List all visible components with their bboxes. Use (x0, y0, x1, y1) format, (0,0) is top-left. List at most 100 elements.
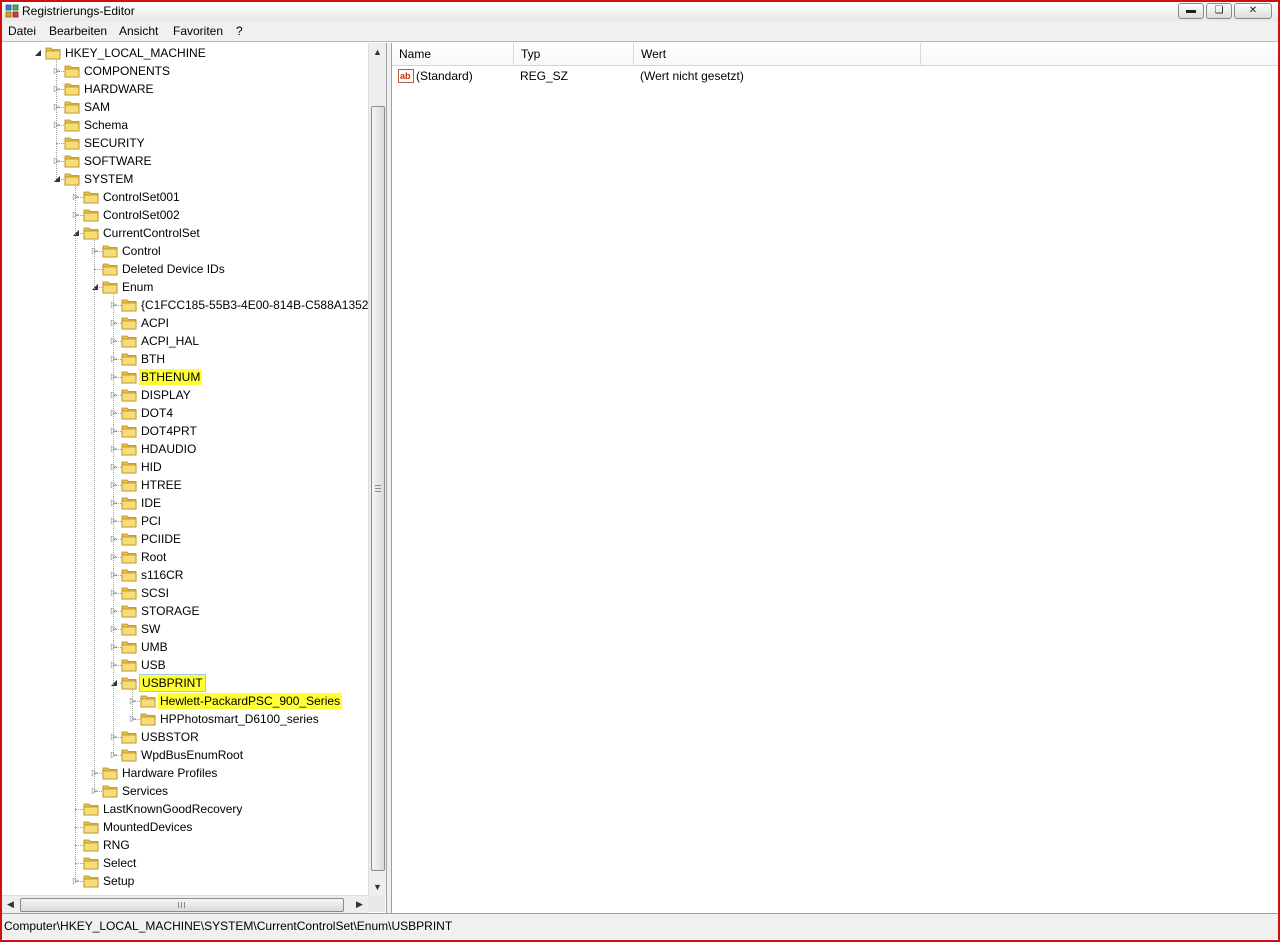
tree-node-label[interactable]: HKEY_LOCAL_MACHINE (63, 45, 208, 61)
expand-arrow-icon[interactable]: ▷ (110, 642, 118, 652)
tree-node-label[interactable]: HTREE (139, 477, 184, 493)
tree-node-label[interactable]: MountedDevices (101, 819, 194, 835)
expand-arrow-icon[interactable]: ▷ (110, 570, 118, 580)
collapse-arrow-icon[interactable]: ◢ (91, 282, 99, 292)
tree-node[interactable]: Select (2, 854, 386, 872)
tree-node-label[interactable]: BTH (139, 351, 167, 367)
tree-node-label[interactable]: SW (139, 621, 162, 637)
scroll-left-arrow-icon[interactable]: ◀ (2, 896, 19, 913)
menu-bearbeiten[interactable]: Bearbeiten (49, 24, 107, 38)
expand-arrow-icon[interactable]: ▷ (72, 210, 80, 220)
tree-node[interactable]: ◢ SYSTEM (2, 170, 386, 188)
expand-arrow-icon[interactable]: ▷ (110, 444, 118, 454)
tree-node-label[interactable]: WpdBusEnumRoot (139, 747, 245, 763)
expand-arrow-icon[interactable]: ▷ (129, 714, 137, 724)
tree-node-label[interactable]: SAM (82, 99, 112, 115)
expand-arrow-icon[interactable]: ▷ (110, 336, 118, 346)
tree-node[interactable]: Deleted Device IDs (2, 260, 386, 278)
expand-arrow-icon[interactable]: ▷ (110, 354, 118, 364)
tree-node[interactable]: ▷ Hewlett-PackardPSC_900_Series (2, 692, 386, 710)
scroll-right-arrow-icon[interactable]: ▶ (351, 896, 368, 913)
expand-arrow-icon[interactable]: ▷ (110, 390, 118, 400)
tree-node-label[interactable]: HPPhotosmart_D6100_series (158, 711, 321, 727)
tree-node[interactable]: ▷ WpdBusEnumRoot (2, 746, 386, 764)
expand-arrow-icon[interactable]: ▷ (53, 66, 61, 76)
expand-arrow-icon[interactable]: ▷ (129, 696, 137, 706)
tree-node-label[interactable]: PCIIDE (139, 531, 183, 547)
tree-node-label[interactable]: HID (139, 459, 164, 475)
tree-node-label[interactable]: Deleted Device IDs (120, 261, 227, 277)
tree-node[interactable]: ▷ Schema (2, 116, 386, 134)
tree-node-label[interactable]: USB (139, 657, 168, 673)
tree-node[interactable]: ▷ BTH (2, 350, 386, 368)
tree-node[interactable]: ▷ SAM (2, 98, 386, 116)
tree-node[interactable]: ▷ s116CR (2, 566, 386, 584)
tree-node[interactable]: ▷ COMPONENTS (2, 62, 386, 80)
collapse-arrow-icon[interactable]: ◢ (53, 174, 61, 184)
tree-node[interactable]: ▷ USB (2, 656, 386, 674)
tree-node-label[interactable]: STORAGE (139, 603, 201, 619)
expand-arrow-icon[interactable]: ▷ (53, 102, 61, 112)
tree-node[interactable]: ▷ DOT4 (2, 404, 386, 422)
tree-node[interactable]: ▷ DISPLAY (2, 386, 386, 404)
expand-arrow-icon[interactable]: ▷ (110, 534, 118, 544)
expand-arrow-icon[interactable]: ▷ (91, 246, 99, 256)
tree-node[interactable]: ▷ HTREE (2, 476, 386, 494)
expand-arrow-icon[interactable]: ▷ (110, 426, 118, 436)
tree-node-label[interactable]: UMB (139, 639, 170, 655)
tree-node[interactable]: LastKnownGoodRecovery (2, 800, 386, 818)
expand-arrow-icon[interactable]: ▷ (53, 156, 61, 166)
tree-node[interactable]: ▷ Services (2, 782, 386, 800)
tree-node[interactable]: MountedDevices (2, 818, 386, 836)
value-row[interactable]: ab (Standard) REG_SZ (Wert nicht gesetzt… (392, 67, 1278, 85)
tree-node[interactable]: ▷ Control (2, 242, 386, 260)
tree-node[interactable]: ▷ HPPhotosmart_D6100_series (2, 710, 386, 728)
collapse-arrow-icon[interactable]: ◢ (34, 48, 42, 58)
tree-vertical-scrollbar[interactable]: ▲ ▼ (368, 43, 386, 895)
tree-node[interactable]: ▷ PCI (2, 512, 386, 530)
tree-node-label[interactable]: Select (101, 855, 138, 871)
tree-node[interactable]: ▷ Setup (2, 872, 386, 890)
expand-arrow-icon[interactable]: ▷ (110, 318, 118, 328)
expand-arrow-icon[interactable]: ▷ (53, 84, 61, 94)
tree-node[interactable]: ▷ DOT4PRT (2, 422, 386, 440)
tree-node[interactable]: ◢ Enum (2, 278, 386, 296)
tree-node[interactable]: ▷ SW (2, 620, 386, 638)
tree-node-label[interactable]: LastKnownGoodRecovery (101, 801, 244, 817)
expand-arrow-icon[interactable]: ▷ (110, 462, 118, 472)
tree-node-label[interactable]: SYSTEM (82, 171, 135, 187)
tree-node[interactable]: ▷ SCSI (2, 584, 386, 602)
tree-node-label[interactable]: BTHENUM (139, 369, 203, 385)
tree-node[interactable]: ▷ HARDWARE (2, 80, 386, 98)
registry-tree[interactable]: ◢ HKEY_LOCAL_MACHINE ▷ COMPONENTS ▷ HARDWARE ▷… (2, 43, 387, 913)
tree-node-label[interactable]: PCI (139, 513, 163, 529)
expand-arrow-icon[interactable]: ▷ (110, 606, 118, 616)
expand-arrow-icon[interactable]: ▷ (110, 372, 118, 382)
expand-arrow-icon[interactable]: ▷ (110, 588, 118, 598)
tree-node-label[interactable]: USBPRINT (139, 674, 206, 692)
tree-node[interactable]: ▷ ACPI_HAL (2, 332, 386, 350)
expand-arrow-icon[interactable]: ▷ (110, 750, 118, 760)
tree-node[interactable]: ◢ HKEY_LOCAL_MACHINE (2, 44, 386, 62)
tree-node-label[interactable]: ControlSet001 (101, 189, 182, 205)
menu-ansicht[interactable]: Ansicht (119, 24, 158, 38)
tree-node[interactable]: SECURITY (2, 134, 386, 152)
tree-node[interactable]: ▷ ACPI (2, 314, 386, 332)
tree-node[interactable]: RNG (2, 836, 386, 854)
tree-node-label[interactable]: DOT4 (139, 405, 175, 421)
tree-node[interactable]: ▷ Hardware Profiles (2, 764, 386, 782)
tree-node-label[interactable]: ControlSet002 (101, 207, 182, 223)
tree-node[interactable]: ▷ Root (2, 548, 386, 566)
tree-node-label[interactable]: HARDWARE (82, 81, 156, 97)
expand-arrow-icon[interactable]: ▷ (110, 732, 118, 742)
tree-node-label[interactable]: Hardware Profiles (120, 765, 219, 781)
column-header-name[interactable]: Name (392, 43, 514, 65)
tree-node-label[interactable]: DOT4PRT (139, 423, 199, 439)
tree-node[interactable]: ▷ HID (2, 458, 386, 476)
expand-arrow-icon[interactable]: ▷ (91, 786, 99, 796)
tree-node-label[interactable]: DISPLAY (139, 387, 193, 403)
menu-favoriten[interactable]: Favoriten (173, 24, 223, 38)
tree-horizontal-scrollbar[interactable]: ◀ ▶ (2, 895, 368, 913)
tree-node-label[interactable]: s116CR (139, 567, 185, 583)
expand-arrow-icon[interactable]: ▷ (110, 300, 118, 310)
